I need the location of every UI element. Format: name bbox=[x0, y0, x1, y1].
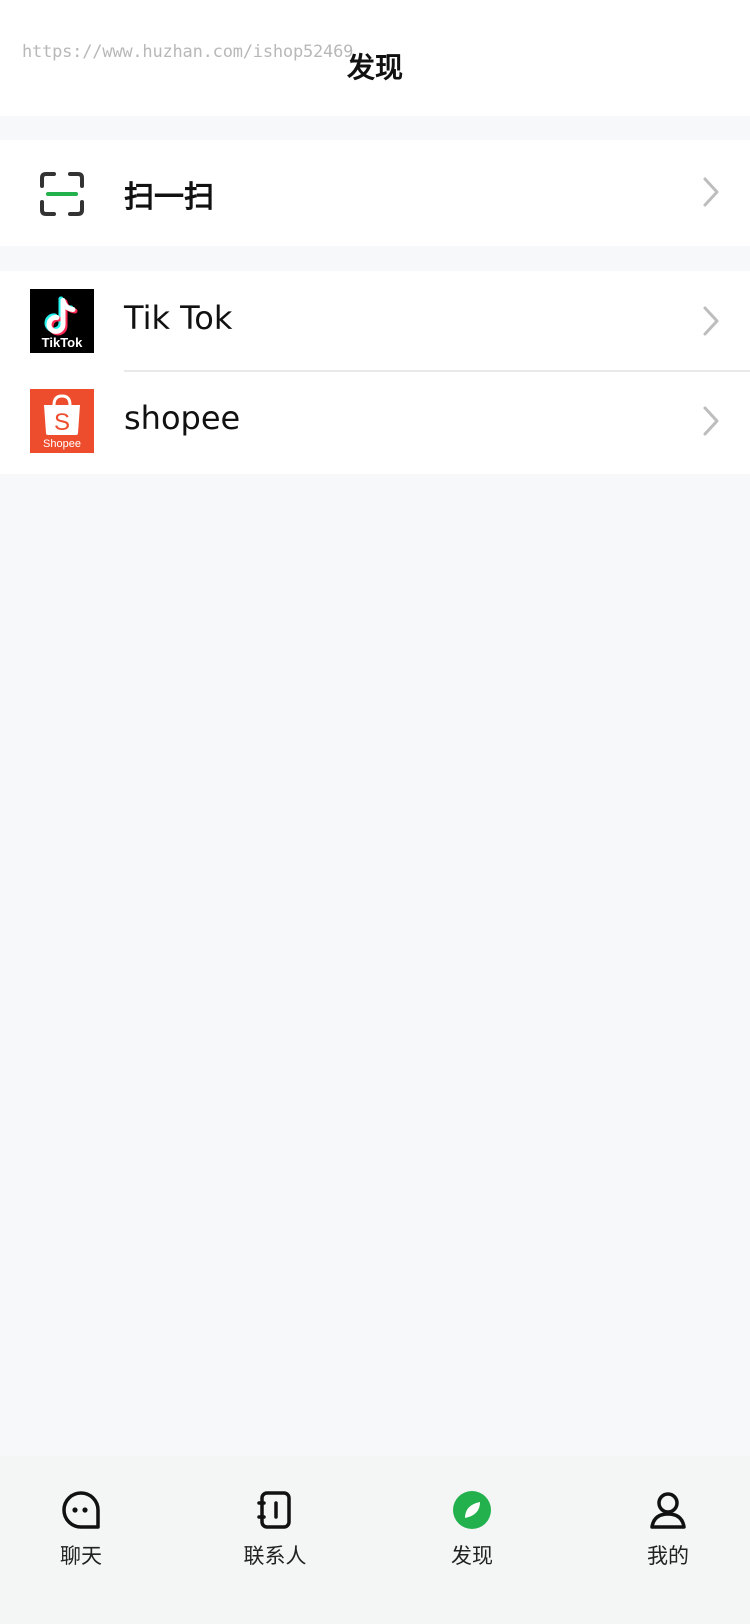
tab-label-profile: 我的 bbox=[647, 1544, 689, 1568]
chevron-right-icon bbox=[703, 177, 719, 207]
profile-icon bbox=[650, 1492, 686, 1529]
chevron-right-icon bbox=[703, 306, 719, 336]
app-label-tiktok: Tik Tok bbox=[124, 299, 233, 337]
tab-chat[interactable]: 聊天 bbox=[1, 1456, 161, 1624]
chevron-right-icon bbox=[703, 406, 719, 436]
tab-discover[interactable]: 发现 bbox=[392, 1456, 552, 1624]
tab-label-chat: 聊天 bbox=[60, 1544, 102, 1568]
chat-icon bbox=[62, 1491, 100, 1529]
app-row-shopee[interactable]: S Shopee shopee bbox=[0, 371, 750, 471]
tiktok-logo-icon: TikTok bbox=[30, 289, 94, 353]
shopee-logo-icon: S Shopee bbox=[30, 389, 94, 453]
svg-text:S: S bbox=[54, 409, 70, 436]
tab-label-discover: 发现 bbox=[451, 1544, 493, 1568]
app-label-shopee: shopee bbox=[124, 399, 241, 437]
scan-icon bbox=[40, 172, 84, 216]
shopee-logo-text: Shopee bbox=[43, 438, 81, 450]
tab-label-contacts: 联系人 bbox=[243, 1544, 307, 1568]
scan-group: 扫一扫 bbox=[0, 140, 750, 246]
app-row-tiktok[interactable]: TikTok Tik Tok bbox=[0, 271, 750, 372]
tab-contacts[interactable]: 联系人 bbox=[195, 1456, 355, 1624]
top-header: https://www.huzhan.com/ishop52469 发现 bbox=[0, 0, 750, 116]
tab-profile[interactable]: 我的 bbox=[588, 1456, 748, 1624]
contacts-icon bbox=[257, 1491, 291, 1529]
tiktok-logo-text: TikTok bbox=[42, 335, 83, 350]
bottom-tab-bar: 聊天 联系人 发现 我的 bbox=[0, 1456, 750, 1624]
apps-group: TikTok Tik Tok S Shopee shopee bbox=[0, 271, 750, 474]
scan-label: 扫一扫 bbox=[124, 180, 214, 215]
discover-page: https://www.huzhan.com/ishop52469 发现 扫一扫 bbox=[0, 0, 750, 1624]
discover-icon bbox=[453, 1491, 491, 1529]
page-title: 发现 bbox=[346, 51, 403, 84]
scan-row[interactable]: 扫一扫 bbox=[0, 140, 750, 246]
